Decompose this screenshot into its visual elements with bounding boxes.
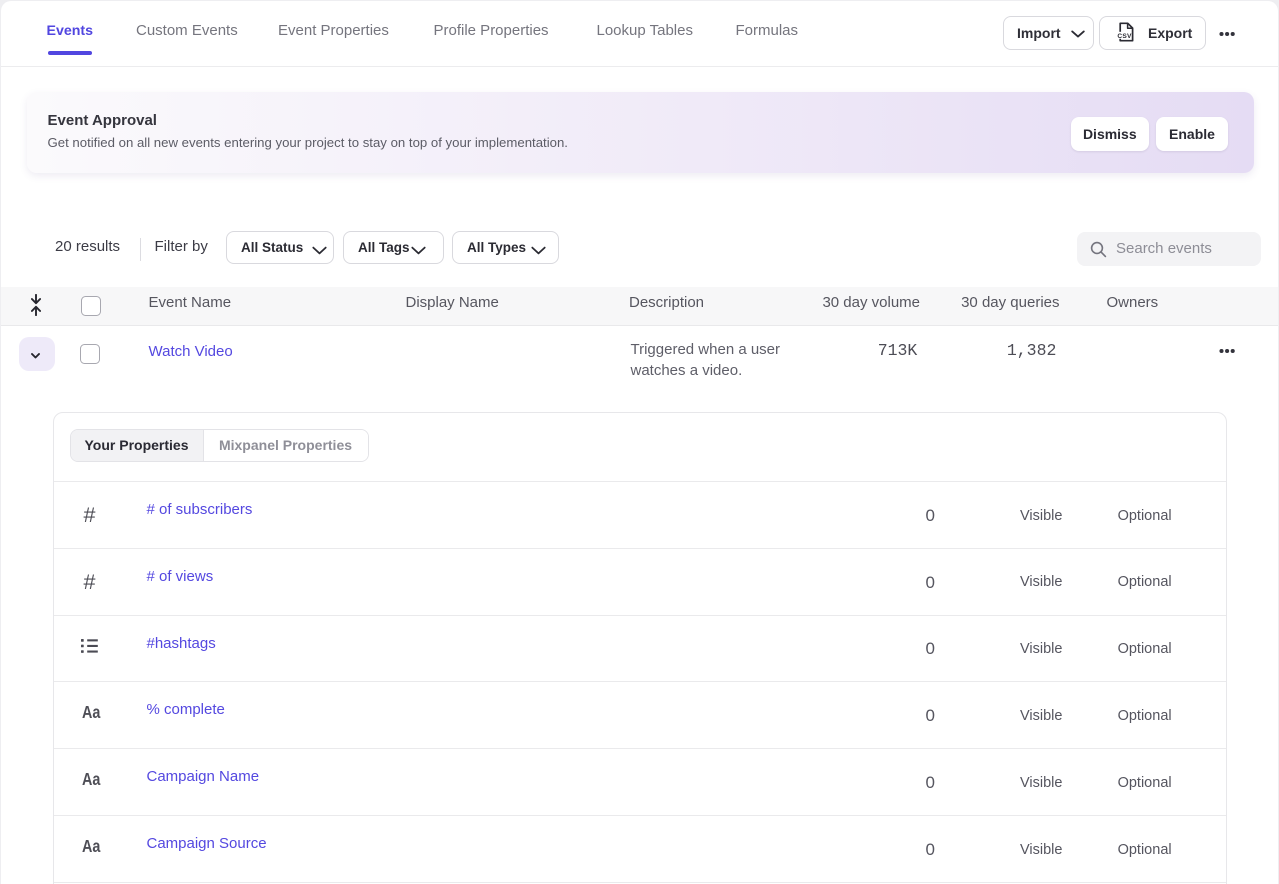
svg-text:CSV: CSV <box>1117 33 1132 40</box>
